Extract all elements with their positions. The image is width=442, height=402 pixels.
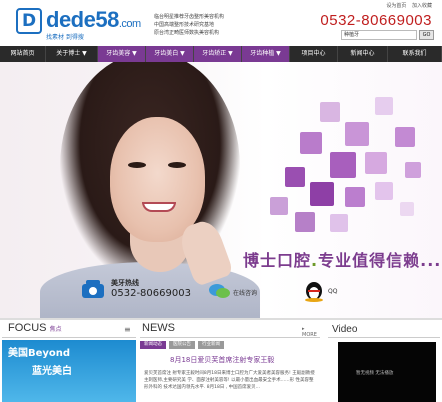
nav-item-orthodontic[interactable]: 牙齿矫正 ▼: [194, 46, 242, 62]
phone-icon: [82, 280, 104, 298]
hero-banner[interactable]: 博士口腔.专业值得信赖... 美牙热线 0532-80669003 在线咨询 Q…: [0, 62, 442, 318]
search-input[interactable]: 种植牙: [341, 30, 417, 40]
add-favorite-link[interactable]: 加入收藏: [412, 3, 432, 9]
qq-label[interactable]: QQ: [328, 288, 337, 295]
banner-decor-cubes: [200, 92, 430, 272]
focus-menu-icon[interactable]: ≡: [124, 325, 131, 334]
news-title: NEWS: [142, 322, 175, 334]
video-screen-text: 暂无视频 无法播放: [356, 371, 394, 376]
top-links: 设为首页 加入收藏: [382, 2, 432, 9]
video-title: Video: [332, 324, 358, 335]
nav-item-about[interactable]: 关于博士 ▼: [46, 46, 98, 62]
qq-penguin-icon[interactable]: [304, 280, 324, 302]
nav-item-contact[interactable]: 联系我们: [388, 46, 442, 62]
slogan-line: 临台明星推荐牙齿整形美容机构: [154, 14, 225, 20]
tab-industry-news[interactable]: 行业新闻: [198, 341, 224, 349]
focus-title: FOCUS 焦点: [8, 322, 62, 334]
online-chat-icon[interactable]: [208, 282, 230, 300]
logo-subtitle: 找素材 到得搜: [46, 34, 84, 41]
slogan-line: 中国高端整形技术研究基地: [154, 22, 215, 28]
focus-image-text: 美国Beyond: [8, 348, 71, 359]
focus-image-text: 蓝光美白: [32, 366, 72, 377]
news-panel: NEWS ▸ MORE 新闻动态 医院公告 行业新闻 8月18日爱贝芙首席注射专…: [140, 322, 320, 402]
header-phone: 0532-80669003: [320, 12, 432, 29]
news-tabs: 新闻动态 医院公告 行业新闻: [140, 341, 227, 349]
logo-wordmark: dede58.com: [46, 7, 141, 32]
nav-item-projects[interactable]: 项目中心: [290, 46, 338, 62]
main-nav: 网站首页 关于博士 ▼ 牙齿美容 ▼ 牙齿美白 ▼ 牙齿矫正 ▼ 牙齿种植 ▼ …: [0, 46, 442, 62]
divider: [0, 318, 442, 320]
nav-item-news[interactable]: 新闻中心: [338, 46, 388, 62]
news-headline[interactable]: 8月18日爱贝芙首席注射专家王毅: [170, 355, 274, 365]
nav-item-whitening[interactable]: 牙齿美白 ▼: [146, 46, 194, 62]
banner-model-smile: [142, 202, 176, 212]
banner-tagline: 博士口腔.专业值得信赖...: [243, 251, 442, 270]
site-logo[interactable]: D dede58.com 找素材 到得搜: [16, 7, 146, 41]
focus-panel: FOCUS 焦点 ≡ 美国Beyond 蓝光美白: [2, 322, 136, 402]
nav-item-implant[interactable]: 牙齿种植 ▼: [242, 46, 290, 62]
nav-item-cosmetic[interactable]: 牙齿美容 ▼: [98, 46, 146, 62]
tab-company-news[interactable]: 新闻动态: [140, 341, 166, 349]
divider: [140, 337, 320, 338]
search-button[interactable]: GO: [419, 30, 434, 40]
divider: [328, 337, 440, 338]
header-slogans: 临台明星推荐牙齿整形美容机构 中国高端整形技术研究基地 原台湾正畸医师数执美容机…: [154, 13, 264, 37]
banner-model-eye: [168, 162, 186, 168]
online-chat-label[interactable]: 在线咨询: [233, 288, 257, 297]
video-panel: Video 暂无视频 无法播放: [328, 322, 440, 402]
news-summary: 爱贝芙首席注 射专家王毅时间8月18日来博士口腔为广大爱美者美容服务! 王毅副教…: [144, 371, 315, 390]
banner-model-eye: [128, 162, 146, 168]
hotline-number: 0532-80669003: [111, 288, 191, 299]
hotline-label: 美牙热线: [111, 279, 139, 287]
slogan-line: 原台湾正畸医师数执美容机构: [154, 30, 220, 36]
logo-mark-icon: D: [16, 8, 42, 34]
set-homepage-link[interactable]: 设为首页: [386, 3, 406, 9]
tab-announcements[interactable]: 医院公告: [169, 341, 195, 349]
banner-model-face: [110, 117, 205, 242]
nav-item-home[interactable]: 网站首页: [0, 46, 46, 62]
